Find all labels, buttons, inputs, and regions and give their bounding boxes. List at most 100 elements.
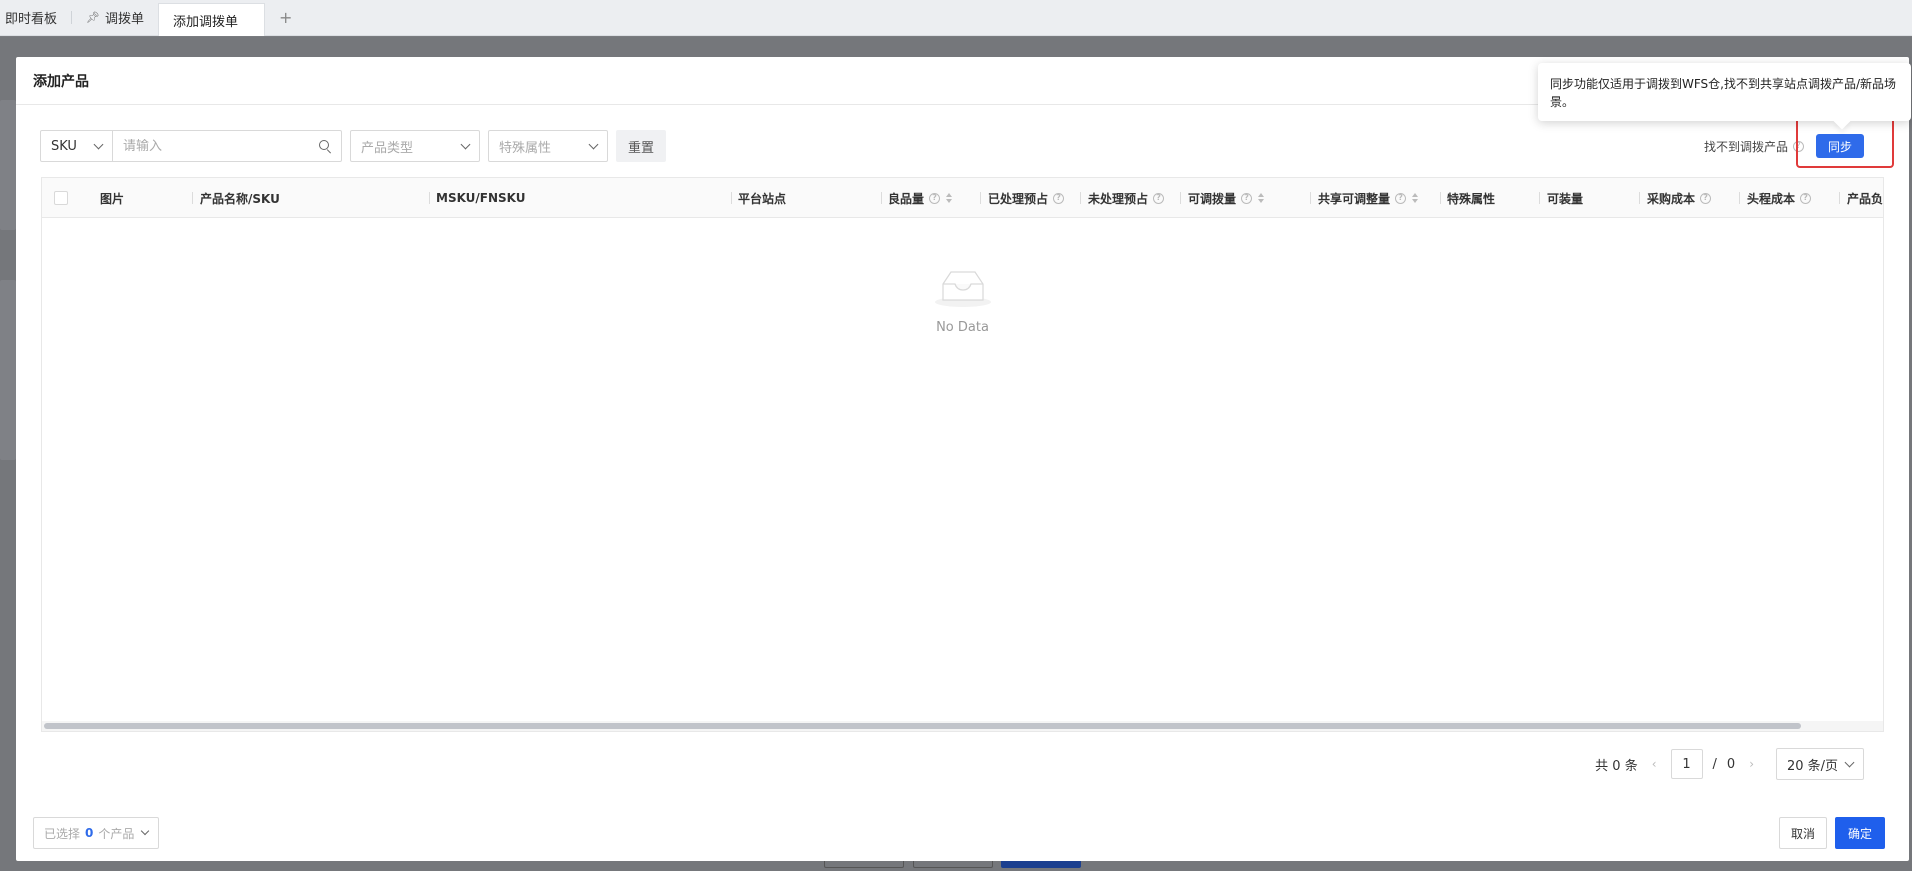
help-icon[interactable]: ? [1700, 192, 1712, 204]
column-header-product-owner: 产品负 [1847, 178, 1883, 218]
page-size-value: 20 条/页 [1787, 758, 1839, 774]
column-divider [1180, 192, 1181, 204]
help-icon[interactable]: ? [929, 192, 941, 204]
tab-transfer-orders[interactable]: 📌︎ 调拨单 [72, 0, 158, 35]
column-header-image: 图片 [100, 178, 124, 218]
column-label: 未处理预占 [1088, 191, 1149, 206]
help-icon[interactable]: ? [1241, 192, 1253, 204]
sync-tooltip: 同步功能仅适用于调拨到WFS仓,找不到共享站点调拨产品/新品场景。 [1538, 63, 1911, 121]
pagination: 共 0 条 ‹ 1 / 0 › 20 条/页 [1595, 748, 1864, 780]
column-divider [1639, 192, 1640, 204]
column-header-processed-reserve: 已处理预占 ? [988, 178, 1065, 218]
help-icon[interactable]: ? [1395, 192, 1407, 204]
page-number-input[interactable]: 1 [1670, 749, 1703, 779]
cancel-button[interactable]: 取消 [1778, 817, 1827, 849]
modal-title: 添加产品 [33, 73, 89, 90]
column-divider [1539, 192, 1540, 204]
tab-add-transfer-order[interactable]: 添加调拨单 [158, 3, 266, 36]
total-pages: 0 [1726, 756, 1736, 772]
search-combo: SKU [40, 130, 342, 162]
chevron-down-icon [460, 139, 471, 149]
selected-suffix: 个产品 [98, 826, 135, 841]
column-header-first-leg-cost: 头程成本 ? [1747, 178, 1812, 218]
tab-dashboard[interactable]: 即时看板 [0, 0, 71, 35]
column-label: 产品负 [1847, 191, 1884, 206]
search-input-wrapper [113, 131, 341, 161]
chevron-down-icon [141, 826, 150, 836]
column-divider [731, 192, 732, 204]
sync-label: 找不到调拨产品 [1703, 139, 1788, 154]
column-label: 可装量 [1547, 191, 1584, 206]
tooltip-text: 同步功能仅适用于调拨到WFS仓,找不到共享站点调拨产品/新品场景。 [1550, 77, 1897, 109]
column-label: 已处理预占 [988, 191, 1049, 206]
empty-text: No Data [936, 320, 989, 335]
tab-label: 添加调拨单 [173, 14, 239, 30]
selected-prefix: 已选择 [44, 826, 81, 841]
sort-icon[interactable] [946, 193, 953, 203]
column-label: MSKU/FNSKU [436, 191, 526, 205]
tab-label: 调拨单 [104, 12, 144, 27]
column-header-good-qty[interactable]: 良品量 ? [888, 178, 953, 218]
special-attr-placeholder: 特殊属性 [499, 140, 552, 156]
add-product-modal: 添加产品 SKU 产品类型 特殊属性 重置 找不到调拨产品 ? 同步 [16, 57, 1909, 861]
product-type-select[interactable]: 产品类型 [350, 130, 480, 162]
search-input[interactable] [123, 138, 313, 154]
column-header-unprocessed-reserve: 未处理预占 ? [1088, 178, 1165, 218]
empty-inbox-icon [934, 271, 991, 307]
chevron-down-icon [588, 139, 599, 149]
column-divider [1739, 192, 1740, 204]
background-card [0, 280, 16, 460]
column-divider [1080, 192, 1081, 204]
pin-icon: 📌︎ [86, 11, 100, 24]
tab-bar: 即时看板 📌︎ 调拨单 添加调拨单 + [0, 0, 1912, 36]
column-header-shared-adjustable-qty[interactable]: 共享可调整量 ? [1318, 178, 1419, 218]
filter-toolbar: SKU 产品类型 特殊属性 重置 [40, 130, 667, 162]
product-table: 图片 产品名称/SKU MSKU/FNSKU 平台站点 良品量 ? 已处理预占 … [41, 177, 1884, 732]
column-header-transferable-qty[interactable]: 可调拨量 ? [1188, 178, 1265, 218]
search-field-select[interactable]: SKU [41, 131, 113, 161]
column-label: 产品名称/SKU [200, 191, 280, 206]
add-tab-button[interactable]: + [265, 0, 306, 35]
column-header-loadable-qty: 可装量 [1547, 178, 1583, 218]
help-icon[interactable]: ? [1800, 192, 1812, 204]
column-label: 头程成本 [1747, 191, 1796, 206]
page-size-select[interactable]: 20 条/页 [1776, 748, 1864, 780]
column-label: 采购成本 [1647, 191, 1696, 206]
column-header-product-name: 产品名称/SKU [200, 178, 280, 218]
table-header: 图片 产品名称/SKU MSKU/FNSKU 平台站点 良品量 ? 已处理预占 … [42, 178, 1883, 218]
horizontal-scrollbar[interactable] [42, 721, 1883, 731]
next-page-icon[interactable]: › [1749, 757, 1754, 771]
column-header-purchase-cost: 采购成本 ? [1647, 178, 1712, 218]
column-divider [1839, 192, 1840, 204]
column-divider [429, 192, 430, 204]
column-divider [1440, 192, 1441, 204]
reset-button[interactable]: 重置 [616, 130, 667, 162]
search-icon[interactable] [319, 140, 331, 152]
special-attr-select[interactable]: 特殊属性 [488, 130, 608, 162]
column-label: 特殊属性 [1447, 191, 1496, 206]
product-type-placeholder: 产品类型 [361, 140, 414, 156]
tab-label: 即时看板 [5, 12, 58, 27]
column-label: 良品量 [888, 191, 925, 206]
empty-state: No Data [42, 268, 1883, 335]
column-label: 图片 [100, 191, 125, 206]
column-divider [192, 192, 193, 204]
select-all-checkbox[interactable] [54, 191, 68, 205]
column-header-msku: MSKU/FNSKU [436, 178, 526, 218]
selected-products-dropdown[interactable]: 已选择 0 个产品 [33, 817, 160, 849]
prev-page-icon[interactable]: ‹ [1652, 757, 1657, 771]
total-count: 共 0 条 [1595, 758, 1638, 774]
column-divider [980, 192, 981, 204]
help-icon[interactable]: ? [1053, 192, 1065, 204]
scrollbar-thumb[interactable] [44, 723, 1801, 729]
help-icon[interactable]: ? [1153, 192, 1165, 204]
column-label: 平台站点 [738, 191, 787, 206]
column-divider [881, 192, 882, 204]
sort-icon[interactable] [1412, 193, 1419, 203]
column-header-platform-site: 平台站点 [738, 178, 786, 218]
selected-count: 0 [85, 826, 94, 840]
search-field-value: SKU [51, 138, 77, 154]
background-card [0, 100, 16, 230]
sort-icon[interactable] [1258, 193, 1265, 203]
confirm-button[interactable]: 确定 [1834, 817, 1885, 849]
